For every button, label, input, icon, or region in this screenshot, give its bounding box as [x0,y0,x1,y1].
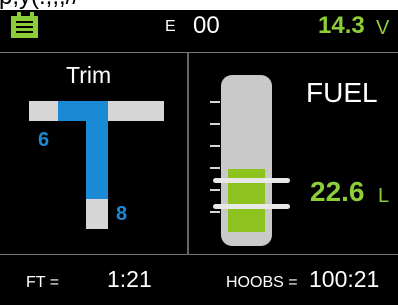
battery-stripe [16,21,33,23]
fuel-value: 22.6 [310,176,365,207]
fuel-scale-tick [210,167,220,169]
fuel-scale-tick [210,145,220,147]
top-strip: p,y(.,,,// [0,0,398,10]
status-header: E 00 14.3 V [0,10,398,52]
battery-terminal [30,12,34,16]
voltage-unit: V [376,17,390,39]
fuel-scale-tick [210,211,220,213]
fuel-scale-tick [210,101,220,103]
time-footer: FT = 1:21 HOOBS = 100:21 [0,255,398,305]
flight-time-label: FT = [26,274,60,291]
flight-time-value: 1:21 [107,266,152,292]
top-strip-text: p,y(.,,,// [0,0,79,10]
fuel-tank-band [213,178,290,183]
engine-label: E [165,18,176,35]
trim-title: Trim [66,62,112,88]
fuel-unit: L [378,185,390,207]
panel-divider [187,53,189,256]
fuel-scale-tick [210,123,220,125]
battery-icon [11,12,38,38]
instrument-screen: p,y(.,,,// E 00 14.3 V Trim 6 8 [0,0,398,305]
voltage-value: 14.3 [318,12,365,39]
battery-stripe [16,26,33,28]
fuel-tank-gauge [221,75,272,246]
fuel-tank-band [213,204,290,209]
battery-terminal [17,12,21,16]
main-panel: Trim 6 8 FUEL 22.6 L [0,52,398,256]
fuel-scale-tick [210,189,220,191]
trim-vertical-fill [86,101,108,199]
hoobs-label: HOOBS = [226,274,298,291]
battery-stripe [16,31,33,33]
engine-value: 00 [193,12,220,39]
trim-left-value: 6 [38,129,50,151]
fuel-title: FUEL [306,77,378,108]
trim-bottom-value: 8 [116,203,128,225]
hoobs-value: 100:21 [309,266,380,292]
